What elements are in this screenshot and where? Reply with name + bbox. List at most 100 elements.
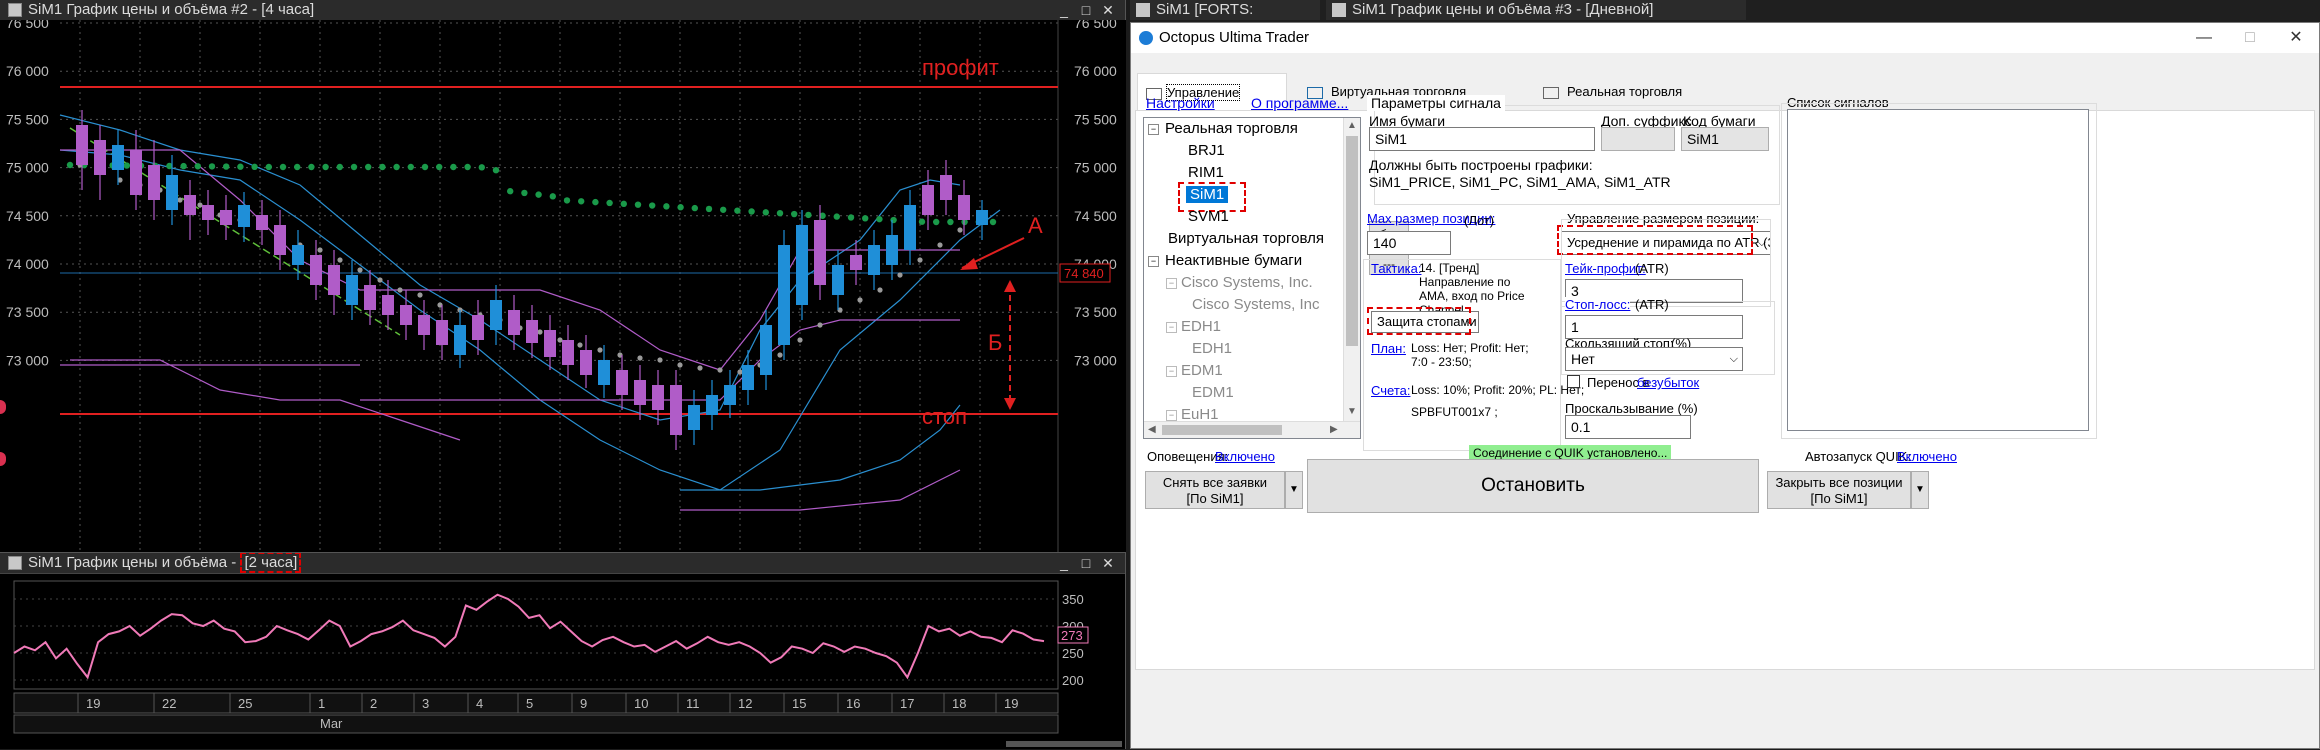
price-label: 74 840 [1064,266,1104,281]
top-tab-quotes[interactable]: SiM1 [FORTS: [1130,0,1320,20]
close-positions-button[interactable]: Закрыть все позиции [По SiM1] [1767,471,1911,509]
gray-dot [537,329,543,335]
gray-dot [177,197,183,203]
ama-dot [748,208,755,215]
scroll-left-icon[interactable]: ◀ [1148,424,1156,435]
security-name-field[interactable]: SiM1 [1369,127,1595,151]
plan-link[interactable]: План: [1371,341,1406,356]
y-tick-label: 75 500 [6,111,49,127]
ama-dot [890,216,897,224]
ama-dot [379,163,386,171]
scroll-h-thumb[interactable] [1162,425,1282,435]
minimize-icon[interactable]: _ [1053,553,1075,573]
ama-dot [578,198,585,205]
ama-dot [805,211,812,219]
tree-collapse-icon[interactable]: − [1148,123,1159,135]
tree-item-child[interactable]: EDM1 [1192,384,1234,401]
gray-dot [197,202,203,208]
tree-item-rim1[interactable]: RIM1 [1188,164,1224,181]
candle-body [598,360,610,385]
close-positions-dropdown[interactable]: ▼ [1911,471,1929,509]
oscillator-window-title-bar[interactable]: SiM1 График цены и объёма - [2 часа] _ □ ✕ [0,553,1125,574]
y-tick-label: 76 000 [1074,63,1117,79]
trailing-stop-select[interactable]: Нет ⌵ [1565,347,1743,371]
ama-dot [251,163,258,171]
settings-link[interactable]: Настройки [1146,95,1215,111]
candle-body [652,385,664,410]
tree-item-child[interactable]: Cisco Systems, Inc [1192,296,1320,313]
cancel-orders-button[interactable]: Снять все заявки [По SiM1] [1145,471,1285,509]
stop-annotation: стоп [922,404,967,429]
notifications-link[interactable]: Включено [1215,449,1275,464]
accounts-link[interactable]: Счета: [1371,383,1410,398]
tree-vertical-scrollbar[interactable]: ▲ ▼ [1343,118,1360,422]
ama-dot [322,163,329,171]
tree-item-brj1[interactable]: BRJ1 [1188,142,1225,159]
dropdown-arrow-icon: ▼ [1289,484,1299,495]
tactic-link[interactable]: Тактика: [1371,261,1421,276]
minimize-icon[interactable]: _ [1053,0,1075,20]
maximize-icon[interactable]: □ [2227,23,2273,53]
stop-loss-link[interactable]: Стоп-лосс: [1565,297,1631,312]
take-profit-link[interactable]: Тейк-профит: [1565,261,1646,276]
tree-node-virtual-trading[interactable]: Виртуальная торговля [1168,230,1324,247]
top-tab-daily-chart[interactable]: SiM1 График цены и объёма #3 - [Дневной] [1326,0,1746,20]
suffix-field[interactable] [1601,127,1675,151]
price-chart[interactable]: 76 500 76 000 75 500 75 000 74 500 74 000 73 5… [0,20,1126,552]
minimize-icon[interactable]: — [2181,23,2227,53]
chart-window-main: SiM1 График цены и объёма #2 - [4 часа] … [0,0,1126,552]
ama-dot [450,163,457,171]
app-title-bar[interactable]: Octopus Ultima Trader — □ ✕ [1131,23,2319,53]
max-position-field[interactable]: 140 [1367,231,1451,255]
candle-body [472,315,484,340]
scroll-up-icon[interactable]: ▲ [1347,120,1357,131]
gray-dot [817,322,823,328]
scroll-right-icon[interactable]: ▶ [1330,424,1338,435]
tree-item-inactive[interactable]: − EDM1 [1166,362,1223,379]
tree-node-real-trading[interactable]: − Реальная торговля [1148,120,1298,137]
date-tick-label: 17 [900,696,914,711]
tree-collapse-icon[interactable]: − [1148,255,1159,267]
chart-icon [1332,3,1346,17]
candle-body [580,350,592,375]
tree-collapse-icon[interactable]: − [1166,277,1177,289]
date-tick-label: 11 [686,696,700,711]
profit-annotation: профит [922,55,999,80]
close-icon[interactable]: ✕ [1097,553,1119,573]
tree-item-inactive[interactable]: − EDH1 [1166,318,1221,335]
tree-item-inactive[interactable]: − Cisco Systems, Inc. [1166,274,1313,291]
osc-y-tick-label: 350 [1062,592,1084,607]
tree-collapse-icon[interactable]: − [1166,409,1177,421]
scroll-thumb[interactable] [1346,136,1358,346]
maximize-icon[interactable]: □ [1075,553,1097,573]
tree-node-label: Неактивные бумаги [1165,252,1303,269]
autostart-link[interactable]: Включено [1897,449,1957,464]
breakeven-link[interactable]: безубыток [1637,375,1699,390]
about-link[interactable]: О программе... [1251,95,1348,111]
signals-list[interactable] [1787,109,2089,431]
breakeven-checkbox[interactable] [1567,375,1580,388]
tree-item-svm1[interactable]: SVM1 [1188,208,1229,225]
securities-tree[interactable]: − Реальная торговля BRJ1 RIM1 SiM1 SVM1 В… [1143,117,1361,439]
tree-collapse-icon[interactable]: − [1166,321,1177,333]
tree-collapse-icon[interactable]: − [1166,365,1177,377]
tree-item-child[interactable]: EDH1 [1192,340,1232,357]
date-tick-label: 19 [86,696,100,711]
tree-node-inactive[interactable]: − Неактивные бумаги [1148,252,1302,269]
maximize-icon[interactable]: □ [1075,0,1097,20]
horizontal-scrollbar[interactable] [1006,741,1122,747]
slippage-field[interactable]: 0.1 [1565,415,1691,439]
ama-dot [123,162,130,169]
gray-dot [357,267,363,273]
close-icon[interactable]: ✕ [2273,23,2319,53]
oscillator-chart[interactable]: 350300250200 273 19222512345910111215161… [0,575,1126,750]
scroll-down-icon[interactable]: ▼ [1347,406,1357,417]
table-icon [1136,3,1150,17]
cancel-orders-dropdown[interactable]: ▼ [1285,471,1303,509]
security-code-field[interactable]: SiM1 [1681,127,1769,151]
close-icon[interactable]: ✕ [1097,0,1119,20]
stop-button[interactable]: Остановить [1307,459,1759,513]
tree-horizontal-scrollbar[interactable]: ◀ ▶ [1144,421,1360,438]
candle-body [688,405,700,430]
chart-window-title-bar[interactable]: SiM1 График цены и объёма #2 - [4 часа] … [0,0,1125,21]
